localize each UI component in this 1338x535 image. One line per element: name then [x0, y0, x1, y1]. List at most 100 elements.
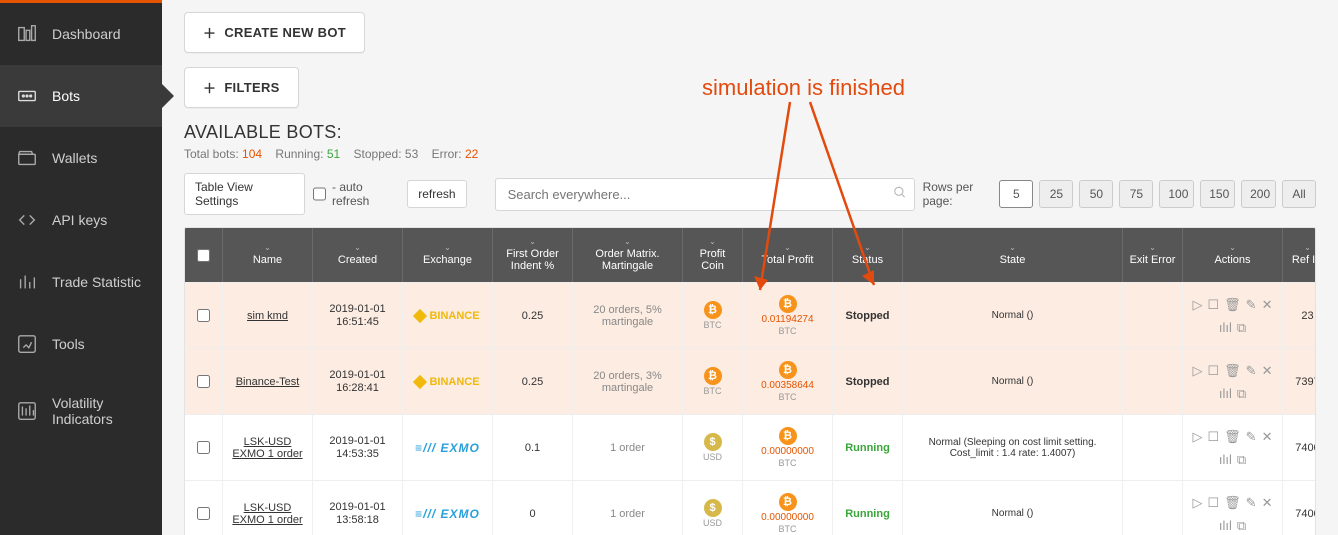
play-icon[interactable]: ▷ [1193, 496, 1203, 509]
sidebar-item-trade-statistic[interactable]: Trade Statistic [0, 251, 162, 313]
auto-refresh-label: - auto refresh [332, 180, 399, 208]
bot-name-link[interactable]: LSK-USD EXMO 1 order [229, 502, 306, 526]
delete-icon[interactable]: 🗑 [1224, 496, 1241, 509]
delete-icon[interactable]: 🗑 [1224, 364, 1241, 377]
stats-icon[interactable]: ılıl [1219, 453, 1232, 466]
row-checkbox[interactable] [197, 309, 210, 322]
created-cell: 2019-01-0116:51:45 [313, 283, 403, 348]
rows-per-page-200[interactable]: 200 [1241, 180, 1276, 208]
bot-name-link[interactable]: LSK-USD EXMO 1 order [229, 436, 306, 460]
rows-per-page-label: Rows per page: [923, 180, 994, 208]
edit-icon[interactable]: ✎ [1246, 364, 1257, 377]
close-icon[interactable]: ✕ [1262, 430, 1273, 443]
col-state[interactable]: ⌄State [903, 228, 1123, 282]
table-view-settings-button[interactable]: Table View Settings [184, 173, 305, 215]
create-new-bot-button[interactable]: ＋ CREATE NEW BOT [184, 12, 365, 53]
sort-caret-icon: ⌄ [354, 244, 361, 252]
search-input[interactable] [495, 178, 915, 211]
col-profit-coin[interactable]: ⌄Profit Coin [683, 228, 743, 282]
close-icon[interactable]: ✕ [1262, 496, 1273, 509]
edit-icon[interactable]: ✎ [1246, 430, 1257, 443]
sidebar-item-tools[interactable]: Tools [0, 313, 162, 375]
play-icon[interactable]: ▷ [1193, 430, 1203, 443]
filters-label: FILTERS [224, 80, 279, 95]
matrix-cell: 1 order [573, 415, 683, 480]
col-status[interactable]: ⌄Status [833, 228, 903, 282]
sidebar-item-bots[interactable]: Bots [0, 65, 162, 127]
auto-refresh-checkbox[interactable] [313, 187, 326, 201]
stop-icon[interactable]: ☐ [1208, 364, 1220, 377]
col-first-order-indent-[interactable]: ⌄First Order Indent % [493, 228, 573, 282]
bot-name-link[interactable]: sim kmd [247, 310, 288, 322]
col-name[interactable]: ⌄Name [223, 228, 313, 282]
auto-refresh-toggle[interactable]: - auto refresh [313, 180, 399, 208]
rows-per-page-150[interactable]: 150 [1200, 180, 1235, 208]
stop-icon[interactable]: ☐ [1208, 496, 1220, 509]
sidebar-item-dashboard[interactable]: Dashboard [0, 3, 162, 65]
profit-coin-cell: $USD [683, 415, 743, 480]
stats-icon[interactable]: ılıl [1219, 519, 1232, 532]
running-label: Running: [275, 147, 323, 161]
exchange-exmo: ≡/// EXMO [415, 507, 480, 521]
play-icon[interactable]: ▷ [1193, 364, 1203, 377]
close-icon[interactable]: ✕ [1262, 364, 1273, 377]
delete-icon[interactable]: 🗑 [1224, 430, 1241, 443]
sidebar-item-volatility-indicators[interactable]: Volatility Indicators [0, 375, 162, 447]
column-label: Name [253, 254, 282, 266]
col-exchange[interactable]: ⌄Exchange [403, 228, 493, 282]
select-all-checkbox[interactable] [197, 249, 210, 262]
rows-per-page-all[interactable]: All [1282, 180, 1316, 208]
refresh-button[interactable]: refresh [407, 180, 466, 208]
binance-diamond-icon [413, 374, 427, 388]
col-total-profit[interactable]: ⌄Total Profit [743, 228, 833, 282]
filters-button[interactable]: ＋ FILTERS [184, 67, 299, 108]
state-cell: Normal (Sleeping on cost limit setting. … [903, 415, 1123, 480]
col-order-matrix-martingale[interactable]: ⌄Order Matrix. Martingale [573, 228, 683, 282]
edit-icon[interactable]: ✎ [1246, 496, 1257, 509]
stop-icon[interactable]: ☐ [1208, 430, 1220, 443]
stop-icon[interactable]: ☐ [1208, 298, 1220, 311]
bot-name-cell: LSK-USD EXMO 1 order [223, 415, 313, 480]
sidebar-item-wallets[interactable]: Wallets [0, 127, 162, 189]
rows-per-page-25[interactable]: 25 [1039, 180, 1073, 208]
rows-per-page-100[interactable]: 100 [1159, 180, 1194, 208]
row-checkbox[interactable] [197, 441, 210, 454]
edit-icon[interactable]: ✎ [1246, 298, 1257, 311]
row-checkbox[interactable] [197, 375, 210, 388]
code-icon [16, 209, 38, 231]
copy-icon[interactable]: ⧉ [1237, 453, 1246, 466]
rows-per-page-75[interactable]: 75 [1119, 180, 1153, 208]
copy-icon[interactable]: ⧉ [1237, 321, 1246, 334]
search-wrap [495, 178, 915, 211]
col-created[interactable]: ⌄Created [313, 228, 403, 282]
rows-per-page-5[interactable]: 5 [999, 180, 1033, 208]
row-checkbox[interactable] [197, 507, 210, 520]
close-icon[interactable]: ✕ [1262, 298, 1273, 311]
copy-icon[interactable]: ⧉ [1237, 519, 1246, 532]
exchange-cell: ≡/// EXMO [403, 415, 493, 480]
col-actions[interactable]: ⌄Actions [1183, 228, 1283, 282]
stats-icon[interactable]: ılıl [1219, 387, 1232, 400]
ref-id-cell: 23 [1283, 283, 1316, 348]
col-exit-error[interactable]: ⌄Exit Error [1123, 228, 1183, 282]
stats-icon[interactable]: ılıl [1219, 321, 1232, 334]
bot-name-link[interactable]: Binance-Test [236, 376, 300, 388]
rows-per-page-50[interactable]: 50 [1079, 180, 1113, 208]
created-cell: 2019-01-0116:28:41 [313, 349, 403, 414]
delete-icon[interactable]: 🗑 [1224, 298, 1241, 311]
play-icon[interactable]: ▷ [1193, 298, 1203, 311]
col-ref-id[interactable]: ⌄Ref ID [1283, 228, 1316, 282]
ref-id-cell: 7400 [1283, 481, 1316, 535]
status-cell: Running [833, 415, 903, 480]
sidebar-item-api-keys[interactable]: API keys [0, 189, 162, 251]
column-label: Order Matrix. Martingale [579, 248, 676, 272]
ref-id-cell: 7400 [1283, 415, 1316, 480]
error-label: Error: [432, 147, 462, 161]
tools-icon [16, 333, 38, 355]
created-cell: 2019-01-0113:58:18 [313, 481, 403, 535]
copy-icon[interactable]: ⧉ [1237, 387, 1246, 400]
volatility-icon [16, 400, 38, 422]
status-cell: Running [833, 481, 903, 535]
btc-icon: ₿ [779, 361, 797, 379]
row-checkbox-cell [185, 349, 223, 414]
